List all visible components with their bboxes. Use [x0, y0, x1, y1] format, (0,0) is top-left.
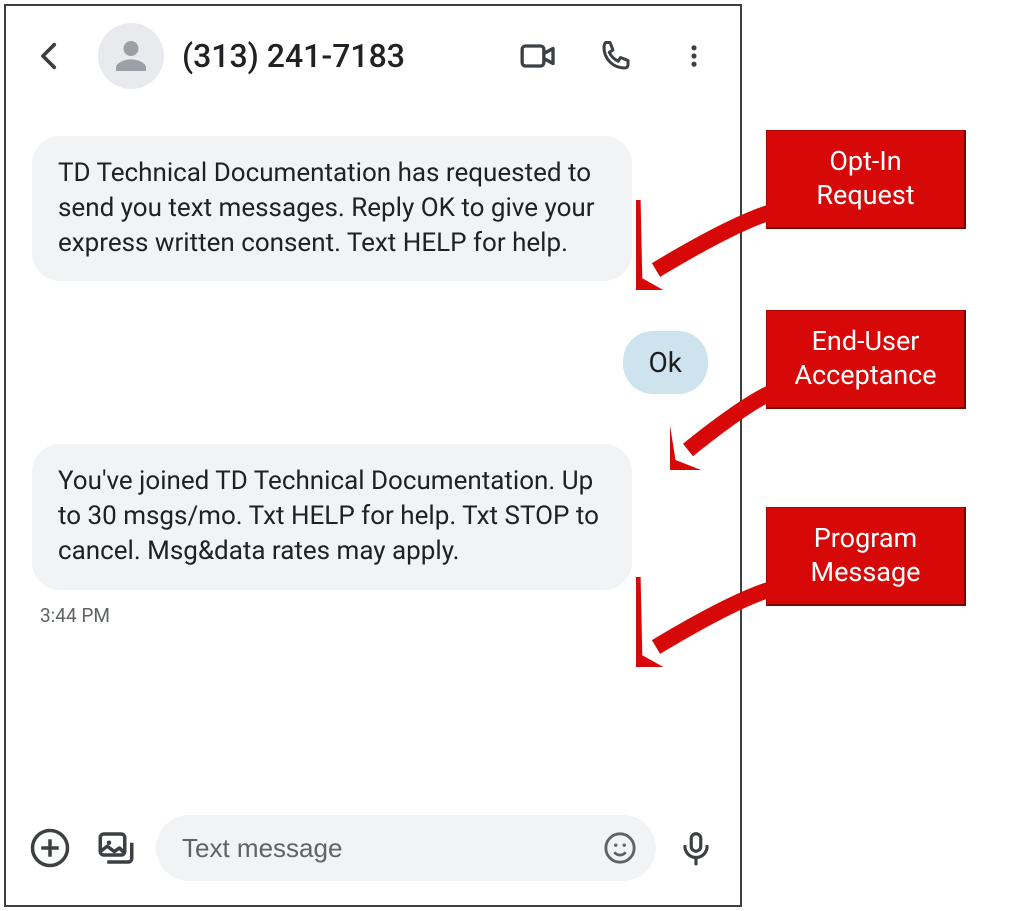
arrow-icon: [636, 577, 796, 667]
message-timestamp: 3:44 PM: [40, 604, 714, 627]
video-call-button[interactable]: [510, 28, 566, 84]
annotation-callout: Program Message: [766, 507, 966, 606]
messaging-app: (313) 241-7183 TD Technical Documentatio…: [4, 4, 742, 907]
phone-icon: [598, 38, 634, 74]
contact-name: (313) 241-7183: [182, 37, 496, 75]
incoming-message[interactable]: You've joined TD Technical Documentation…: [32, 444, 632, 589]
more-button[interactable]: [666, 28, 722, 84]
person-icon: [111, 36, 151, 76]
smile-icon: [603, 831, 637, 865]
conversation-header: (313) 241-7183: [6, 6, 740, 106]
annotation-callout: Opt-In Request: [766, 130, 966, 229]
chevron-left-icon: [33, 39, 67, 73]
gallery-button[interactable]: [90, 822, 142, 874]
incoming-message[interactable]: TD Technical Documentation has requested…: [32, 136, 632, 281]
more-vertical-icon: [680, 42, 708, 70]
canvas: (313) 241-7183 TD Technical Documentatio…: [0, 0, 1024, 911]
callout-label: Opt-In Request: [766, 130, 966, 229]
arrow-icon: [670, 380, 790, 470]
voice-message-button[interactable]: [670, 822, 722, 874]
mic-icon: [677, 829, 715, 867]
callout-label: End-User Acceptance: [766, 310, 966, 409]
voice-call-button[interactable]: [588, 28, 644, 84]
callout-label: Program Message: [766, 507, 966, 606]
contact-avatar[interactable]: [98, 23, 164, 89]
annotation-callout: End-User Acceptance: [766, 310, 966, 409]
emoji-button[interactable]: [598, 826, 642, 870]
add-attachment-button[interactable]: [24, 822, 76, 874]
arrow-icon: [636, 200, 796, 290]
video-icon: [518, 36, 558, 76]
compose-field[interactable]: [156, 815, 656, 881]
message-input[interactable]: [180, 832, 588, 865]
gallery-icon: [95, 827, 137, 869]
plus-circle-icon: [29, 827, 71, 869]
message-composer: [6, 811, 740, 905]
back-button[interactable]: [22, 28, 78, 84]
header-actions: [510, 28, 722, 84]
message-thread[interactable]: TD Technical Documentation has requested…: [6, 106, 740, 811]
